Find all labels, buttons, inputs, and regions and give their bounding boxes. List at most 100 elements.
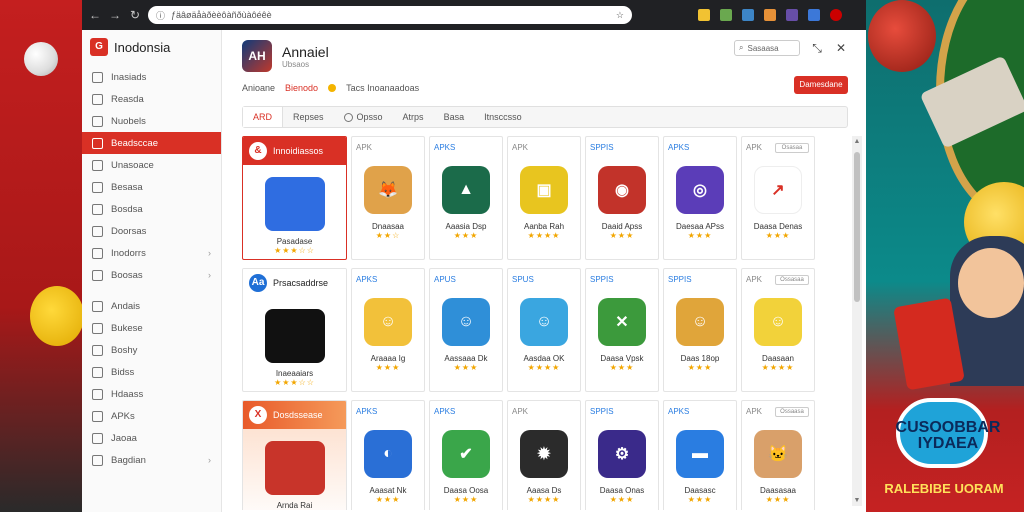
app-card[interactable]: APK ✹ Aaasa Ds ★★★★: [507, 400, 581, 510]
extension-icon[interactable]: [786, 9, 798, 21]
back-icon[interactable]: ←: [88, 8, 102, 22]
close-icon[interactable]: ✕: [834, 41, 848, 55]
sidebar-item[interactable]: Bagdian ›: [82, 449, 221, 471]
extension-icon[interactable]: [720, 9, 732, 21]
tab-1[interactable]: Repses: [283, 107, 334, 127]
app-name: Daasa Vpsk: [600, 354, 644, 363]
scrollbar[interactable]: ▲ ▼: [852, 136, 862, 506]
brand[interactable]: G Inodonsia: [82, 38, 221, 66]
promo-subtitle: RALEBIBE UORAM: [884, 481, 1004, 496]
app-name: Aaasat Nk: [369, 486, 407, 495]
scroll-up-icon[interactable]: ▲: [852, 138, 862, 145]
sidebar-item-label: Besasa: [111, 181, 143, 193]
sidebar-item[interactable]: Beadsccae: [82, 132, 221, 154]
address-bar[interactable]: ⓘ ƒäâøäåàðèèôàñðùàôéêè ☆: [148, 6, 632, 24]
app-card[interactable]: APKS ◎ Daesaa APss ★★★: [663, 136, 737, 260]
sidebar-item[interactable]: Inodorrs ›: [82, 242, 221, 264]
sidebar-item-label: Jaoaa: [111, 432, 137, 444]
app-card[interactable]: APK ▣ Aanba Rah ★★★★: [507, 136, 581, 260]
tab-2[interactable]: Opsso: [334, 107, 393, 127]
sidebar-item[interactable]: Unasoace: [82, 154, 221, 176]
sidebar-item-label: Andais: [111, 300, 141, 312]
rating-stars: ★★★: [609, 231, 635, 240]
app-icon: ◐: [364, 430, 412, 478]
rating-stars: ★★★: [765, 495, 791, 504]
sidebar-item[interactable]: Jaoaa: [82, 427, 221, 449]
app-card[interactable]: APK Osasaa ↗ Daasa Denas ★★★: [741, 136, 815, 260]
app-card[interactable]: SPPIS ◉ Daaid Apss ★★★: [585, 136, 659, 260]
search-label: Sasaasa: [747, 43, 779, 53]
sidebar-item[interactable]: Andais: [82, 295, 221, 317]
app-card[interactable]: SPUS ☺ Aasdaa OK ★★★★: [507, 268, 581, 392]
extension-icon[interactable]: [808, 9, 820, 21]
nav-icon: [92, 225, 103, 237]
tab-4[interactable]: Basa: [434, 107, 475, 127]
app-card[interactable]: SPPIS ⚙ Daasa Onas ★★★: [585, 400, 659, 510]
meta-left[interactable]: Anioane: [242, 83, 275, 93]
nav-icon: [92, 432, 103, 444]
reload-icon[interactable]: ↻: [128, 8, 142, 22]
sidebar-item[interactable]: Bidss: [82, 361, 221, 383]
app-card[interactable]: APUS ☺ Aassaaa Dk ★★★: [429, 268, 503, 392]
profile-icon[interactable]: [830, 9, 842, 21]
sidebar-item[interactable]: Hdaass: [82, 383, 221, 405]
address-text[interactable]: ƒäâøäåàðèèôàñðùàôéêè: [171, 10, 610, 20]
sidebar-item[interactable]: Besasa: [82, 176, 221, 198]
app-icon: ▲: [442, 166, 490, 214]
sidebar-item-label: Boshy: [111, 344, 138, 356]
scrollbar-thumb[interactable]: [854, 152, 860, 302]
featured-card[interactable]: & Innoidiassos Pasadase ★★★☆☆: [242, 136, 347, 260]
scroll-down-icon[interactable]: ▼: [852, 497, 862, 504]
app-card[interactable]: APKS ▲ Aaasia Dsp ★★★: [429, 136, 503, 260]
apk-tag: APK: [356, 143, 373, 152]
option-button[interactable]: Ossasaa: [775, 275, 809, 285]
app-card[interactable]: APKS ▬ Daasasc ★★★: [663, 400, 737, 510]
forward-icon[interactable]: →: [108, 8, 122, 22]
rating-stars: ★★★: [609, 363, 635, 372]
install-button[interactable]: Damesdane: [794, 76, 848, 94]
sidebar-item[interactable]: Nuobels: [82, 110, 221, 132]
nav-icon: [92, 366, 103, 378]
tab-3[interactable]: Atrps: [393, 107, 434, 127]
option-button[interactable]: Osasaa: [775, 143, 809, 153]
bookmark-icon[interactable]: ☆: [616, 10, 624, 21]
sidebar: G Inodonsia Inasiads Reasda Nuobels Beadscc…: [82, 30, 222, 512]
rating-stars: ★★★★: [527, 363, 561, 372]
extension-icon[interactable]: [698, 9, 710, 21]
app-card[interactable]: APKS ☺ Araaaa Ig ★★★: [351, 268, 425, 392]
apps-grid-container: & Innoidiassos Pasadase ★★★☆☆ APK 🦊 Dnaasaa ★★☆…: [242, 136, 844, 510]
featured-card[interactable]: X Dosdssease Arnda Rai★★★☆☆: [242, 400, 347, 510]
option-button[interactable]: Ossaasa: [775, 407, 809, 417]
sidebar-item[interactable]: APKs: [82, 405, 221, 427]
sidebar-item[interactable]: Bukese: [82, 317, 221, 339]
apk-tag: SPUS: [512, 275, 534, 284]
meta-right[interactable]: Tacs Inoanaadoas: [346, 83, 419, 93]
meta-accent[interactable]: Bienodo: [285, 83, 318, 93]
app-card[interactable]: APK Ossaasa 🐱 Daasasaa ★★★: [741, 400, 815, 510]
app-name: Daasasc: [684, 486, 716, 495]
featured-card[interactable]: Aa Prsacsaddrse Inaeaaiars ★★★☆☆: [242, 268, 347, 392]
app-icon: ☺: [364, 298, 412, 346]
search-icon: ⌕: [739, 43, 744, 52]
app-card[interactable]: SPPIS ☺ Daas 18op ★★★: [663, 268, 737, 392]
nav-icon: [92, 322, 103, 334]
sidebar-item[interactable]: Reasda: [82, 88, 221, 110]
app-name: Daesaa APss: [675, 222, 725, 231]
sidebar-item[interactable]: Bosdsa: [82, 198, 221, 220]
app-card[interactable]: APK Ossasaa ☺ Daasaan ★★★★: [741, 268, 815, 392]
extension-icon[interactable]: [764, 9, 776, 21]
app-card[interactable]: SPPIS ✕ Daasa Vpsk ★★★: [585, 268, 659, 392]
app-card[interactable]: APKS ◐ Aaasat Nk ★★★: [351, 400, 425, 510]
tab-0[interactable]: ARD: [243, 107, 284, 127]
search-input[interactable]: ⌕ Sasaasa: [734, 40, 800, 56]
expand-icon[interactable]: ⤡: [810, 41, 824, 55]
extension-icon[interactable]: [742, 9, 754, 21]
app-card[interactable]: APK 🦊 Dnaasaa ★★☆: [351, 136, 425, 260]
sidebar-item[interactable]: Boosas ›: [82, 264, 221, 286]
tab-5[interactable]: Itnsccsso: [474, 107, 532, 127]
app-card[interactable]: APKS ✔ Daasa Oosa ★★★: [429, 400, 503, 510]
header-actions: ⌕ Sasaasa ⤡ ✕: [734, 40, 848, 56]
sidebar-item[interactable]: Inasiads: [82, 66, 221, 88]
sidebar-item[interactable]: Doorsas: [82, 220, 221, 242]
sidebar-item[interactable]: Boshy: [82, 339, 221, 361]
